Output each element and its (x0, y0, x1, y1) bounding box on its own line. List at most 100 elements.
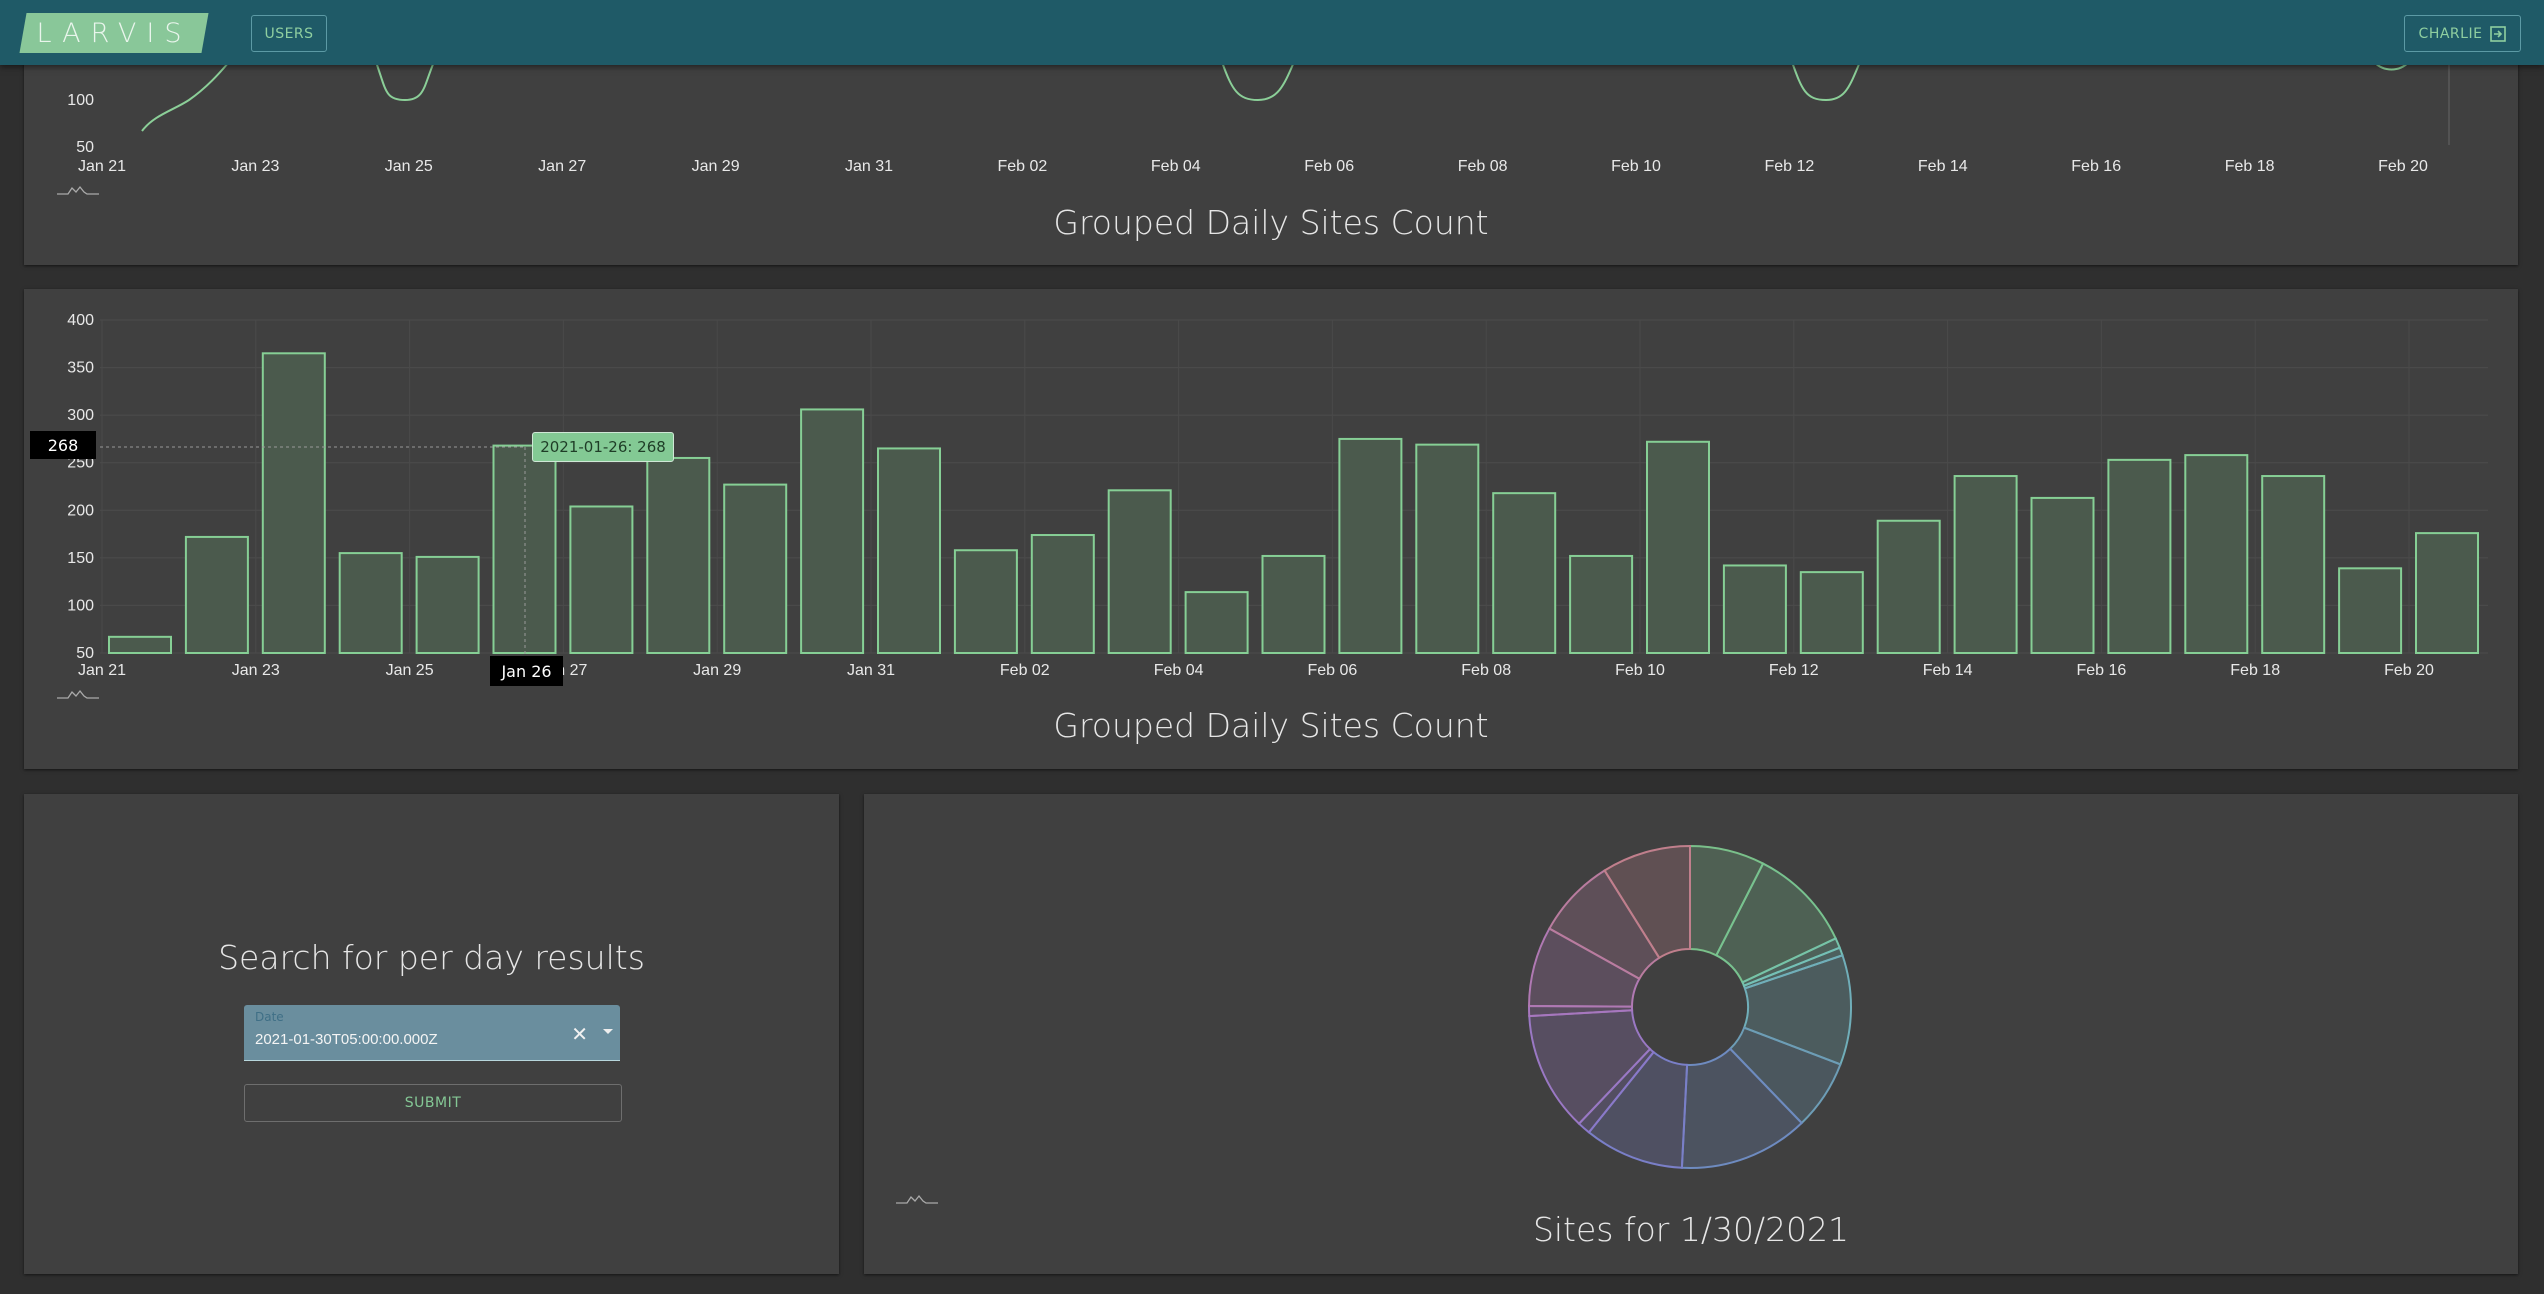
y-tick-label: 400 (67, 312, 94, 329)
date-input[interactable]: 2021-01-30T05:00:00.000Z (255, 1031, 438, 1048)
x-tick-label: Feb 08 (1461, 662, 1511, 679)
bar[interactable] (338, 552, 403, 655)
y-tick-label: 350 (67, 360, 94, 377)
x-tick-label: Jan 23 (231, 158, 279, 175)
x-tick-label: Feb 18 (2225, 158, 2275, 175)
area-dip (1792, 62, 1860, 100)
bar[interactable] (108, 635, 172, 654)
bar-chart-title: Grouped Daily Sites Count (1053, 706, 1489, 745)
date-field-label: Date (255, 1010, 284, 1024)
x-tick-label: Jan 23 (232, 662, 280, 679)
caret-down-icon[interactable] (603, 1029, 613, 1034)
y-tick-label: 150 (67, 550, 94, 567)
user-logout-button[interactable]: CHARLIE (2404, 15, 2521, 52)
bar[interactable] (2338, 567, 2403, 654)
mini-chart-icon[interactable] (56, 687, 100, 701)
bar[interactable] (2030, 496, 2095, 654)
x-tick-label: Jan 29 (693, 662, 741, 679)
bar[interactable] (723, 483, 788, 654)
close-icon[interactable]: ✕ (571, 1022, 588, 1046)
x-tick-label: Jan 25 (386, 662, 434, 679)
bar[interactable] (1646, 440, 1710, 654)
x-tick-label: Jan 31 (847, 662, 895, 679)
bar[interactable] (1492, 492, 1557, 654)
bar[interactable] (1799, 571, 1864, 654)
x-tick-label: Feb 10 (1611, 158, 1661, 175)
bar[interactable] (2107, 458, 2172, 654)
bar[interactable] (2184, 454, 2249, 654)
x-tick-label: Feb 14 (1923, 662, 1973, 679)
bar[interactable] (569, 505, 634, 654)
bar-chart[interactable]: 50100150200250300350400 Jan 21 Jan 23 Jan … (24, 289, 2518, 769)
bar[interactable] (1030, 534, 1095, 654)
bar[interactable] (1876, 519, 1941, 654)
bar[interactable] (1722, 564, 1787, 654)
y-tick-label: 100 (67, 597, 94, 614)
bar[interactable] (415, 555, 480, 654)
y-tick-label: 50 (76, 645, 94, 662)
user-name: CHARLIE (2418, 25, 2483, 42)
x-tick-label: Feb 12 (1769, 662, 1819, 679)
x-tick-label: Jan 25 (385, 158, 433, 175)
x-tick-label: Feb 08 (1458, 158, 1508, 175)
x-tick-label: Jan 31 (845, 158, 893, 175)
bar[interactable] (2261, 475, 2326, 654)
submit-button[interactable]: SUBMIT (244, 1084, 622, 1122)
y-tick-label: 100 (67, 92, 94, 109)
top-navbar: LARVIS USERS CHARLIE (0, 0, 2544, 65)
y-tick-label: 50 (76, 139, 94, 156)
y-tick-label: 300 (67, 407, 94, 424)
bar[interactable] (646, 456, 711, 654)
x-tick-label: Jan 21 (78, 662, 126, 679)
x-tick-label: Feb 20 (2378, 158, 2428, 175)
x-tick-label: Jan 27 (538, 158, 586, 175)
x-tick-label: Feb 02 (1000, 662, 1050, 679)
area-chart-title: Grouped Daily Sites Count (1053, 203, 1489, 242)
area-dip (1222, 62, 1294, 100)
x-tick-label: Jan 29 (692, 158, 740, 175)
bar-chart-card: 50 100 150 200 250 300 350 400 Jan 21 Jan 23 Jan … (24, 289, 2518, 769)
bar[interactable] (1261, 554, 1326, 654)
x-tick-label: Feb 06 (1304, 158, 1354, 175)
larvis-logo[interactable]: LARVIS (19, 13, 209, 53)
mini-chart-icon[interactable] (895, 1192, 939, 1206)
hover-x-value: Jan 26 (490, 656, 563, 686)
x-tick-label: Feb 12 (1764, 158, 1814, 175)
pie-chart-title: Sites for 1/30/2021 (1532, 1210, 1850, 1249)
area-dip (376, 62, 434, 100)
bar[interactable] (877, 447, 941, 654)
x-tick-label: Jan 21 (78, 158, 126, 175)
bar[interactable] (800, 408, 865, 655)
bar[interactable] (261, 352, 326, 655)
x-tick-label: Feb 16 (2071, 158, 2121, 175)
bar[interactable] (2415, 532, 2479, 654)
bar[interactable] (1569, 554, 1634, 654)
bar[interactable] (184, 535, 249, 655)
x-tick-label: Feb 18 (2230, 662, 2280, 679)
x-tick-label: Feb 04 (1151, 158, 1201, 175)
search-card: Search for per day results Date 2021-01-… (24, 794, 839, 1274)
logo-text: LARVIS (36, 17, 192, 49)
bar[interactable] (1184, 591, 1249, 655)
area-line (141, 61, 230, 132)
x-tick-label: Feb 16 (2076, 662, 2126, 679)
donut-chart[interactable] (864, 794, 2518, 1274)
mini-chart-icon[interactable] (56, 183, 100, 197)
y-tick-label: 200 (67, 502, 94, 519)
x-tick-label: Feb 10 (1615, 662, 1665, 679)
hover-y-value: 268 (30, 431, 96, 459)
bar[interactable] (1415, 443, 1480, 654)
pie-chart-card: Sites for 1/30/2021 (864, 794, 2518, 1274)
bar[interactable] (1953, 475, 2018, 654)
bar-tooltip: 2021-01-26: 268 (532, 432, 674, 462)
x-tick-label: Feb 06 (1307, 662, 1357, 679)
x-tick-label: Feb 04 (1154, 662, 1204, 679)
bar[interactable] (1338, 437, 1403, 654)
bar[interactable] (953, 549, 1018, 655)
date-picker-field[interactable]: Date 2021-01-30T05:00:00.000Z ✕ (244, 1005, 620, 1061)
bar[interactable] (1107, 489, 1172, 654)
x-tick-label: Feb 02 (997, 158, 1047, 175)
logout-icon (2490, 25, 2507, 42)
users-nav-button[interactable]: USERS (251, 15, 327, 52)
x-tick-label: Feb 14 (1918, 158, 1968, 175)
